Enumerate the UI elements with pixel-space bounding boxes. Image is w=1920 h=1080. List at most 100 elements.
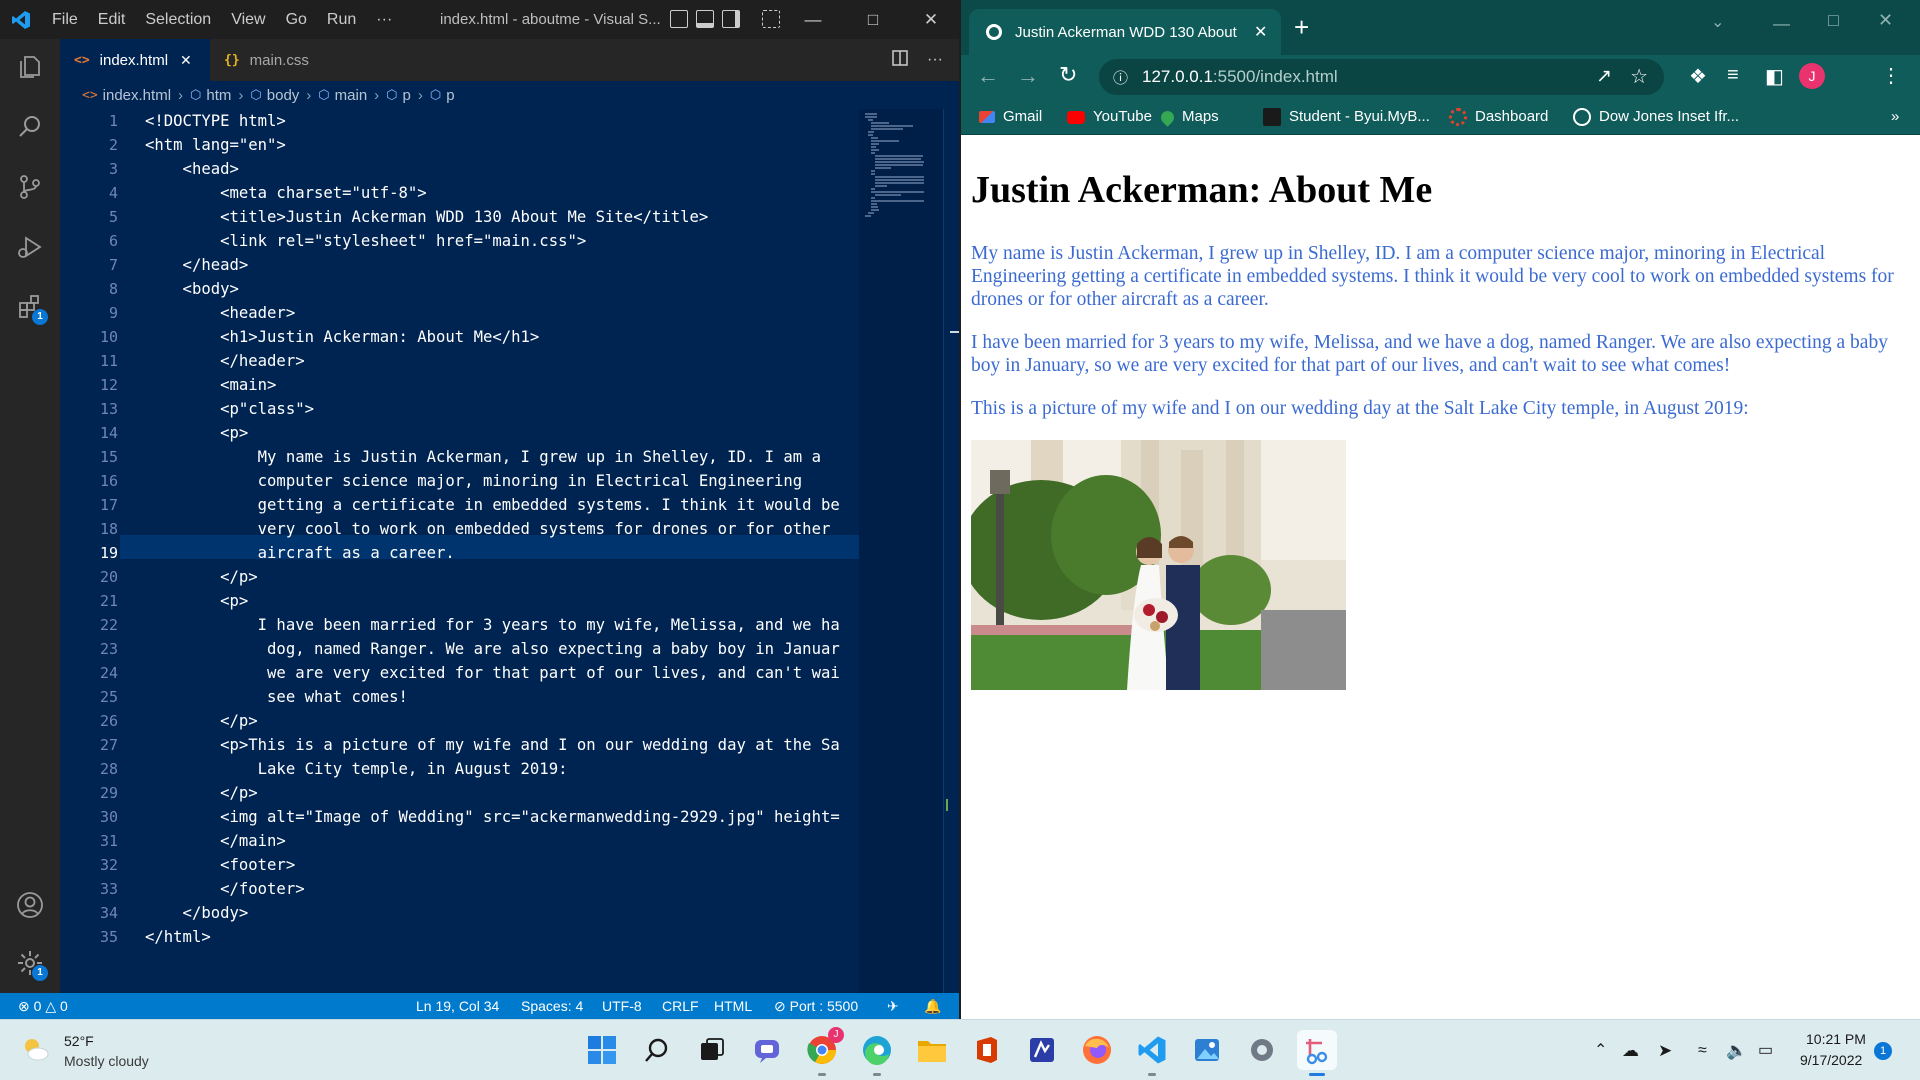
menu-edit[interactable]: Edit xyxy=(88,0,136,39)
bookmark-student-byui[interactable]: Student - Byui.MyB... xyxy=(1263,99,1430,135)
chrome-menu-icon[interactable]: ⋮ xyxy=(1881,63,1901,88)
bookmark-youtube[interactable]: YouTube xyxy=(1067,99,1152,135)
menu-file[interactable]: File xyxy=(42,0,88,39)
settings-icon[interactable] xyxy=(1242,1030,1282,1070)
line-ending[interactable]: CRLF xyxy=(662,993,699,1019)
notification-badge[interactable]: 1 xyxy=(1874,1042,1892,1060)
teams-chat-icon[interactable] xyxy=(747,1030,787,1070)
toggle-primary-sidebar-icon[interactable] xyxy=(670,10,688,28)
vscode-logo-icon[interactable] xyxy=(0,0,42,39)
file-explorer-icon[interactable] xyxy=(912,1030,952,1070)
media-control-icon[interactable]: ≡ xyxy=(1727,64,1739,87)
code-line[interactable]: <p> xyxy=(145,421,248,445)
browser-tab[interactable]: Justin Ackerman WDD 130 About Me Site ✕ xyxy=(969,9,1281,55)
bookmark-star-icon[interactable]: ☆ xyxy=(1630,64,1648,89)
search-icon[interactable] xyxy=(637,1030,677,1070)
notifications-bell-icon[interactable]: 🔔 xyxy=(924,993,941,1019)
code-line[interactable]: <h1>Justin Ackerman: About Me</h1> xyxy=(145,325,539,349)
settings-gear-icon[interactable]: 1 xyxy=(12,945,48,981)
forward-icon[interactable]: → xyxy=(1017,63,1039,89)
code-line[interactable]: we are very excited for that part of our… xyxy=(145,661,840,685)
volume-icon[interactable]: 🔈 xyxy=(1726,1020,1747,1080)
bookmark-gmail[interactable]: Gmail xyxy=(979,99,1042,135)
more-actions-icon[interactable]: ··· xyxy=(927,51,943,69)
code-line[interactable]: <p"class"> xyxy=(145,397,314,421)
maximize-icon[interactable]: □ xyxy=(850,0,896,39)
profile-avatar[interactable]: J xyxy=(1799,63,1825,89)
code-editor[interactable]: 1 2 3 4 5 6 7 8 9 10 11 12 13 14 15 16 17 18 19 20 21 22 23 24 2… xyxy=(60,109,959,993)
back-icon[interactable]: ← xyxy=(977,63,999,89)
code-line[interactable]: </main> xyxy=(145,829,286,853)
code-area[interactable]: <!DOCTYPE html> <htm lang="en"> <head> <m… xyxy=(145,109,859,993)
search-icon[interactable] xyxy=(12,109,48,145)
cursor-position[interactable]: Ln 19, Col 34 xyxy=(416,993,499,1019)
code-line[interactable]: <p> xyxy=(145,589,248,613)
snipping-tool-icon[interactable] xyxy=(1297,1030,1337,1076)
code-line[interactable]: <main> xyxy=(145,373,276,397)
wifi-icon[interactable]: ≈ xyxy=(1698,1020,1707,1080)
address-bar[interactable]: ⓘ 127.0.0.1:5500/index.html ↗ ☆ xyxy=(1099,59,1664,95)
live-server-port[interactable]: ⊘ Port : 5500 xyxy=(774,993,858,1019)
bookmark-dow-jones[interactable]: Dow Jones Inset Ifr... xyxy=(1573,99,1739,135)
menu-selection[interactable]: Selection xyxy=(135,0,221,39)
code-line[interactable]: </p> xyxy=(145,565,258,589)
indentation[interactable]: Spaces: 4 xyxy=(521,993,583,1019)
bookmark-maps[interactable]: Maps xyxy=(1158,99,1219,135)
chrome-icon[interactable]: J xyxy=(802,1027,844,1076)
code-line[interactable]: <link rel="stylesheet" href="main.css"> xyxy=(145,229,586,253)
explorer-icon[interactable] xyxy=(12,49,48,85)
code-line[interactable]: </body> xyxy=(145,901,249,925)
toggle-secondary-sidebar-icon[interactable] xyxy=(722,10,740,28)
code-line[interactable]: My name is Justin Ackerman, I grew up in… xyxy=(145,445,821,469)
more-bookmarks-icon[interactable]: » xyxy=(1891,99,1899,135)
toggle-panel-icon[interactable] xyxy=(696,10,714,28)
editor-scrollbar[interactable] xyxy=(943,109,959,993)
tab-index-html[interactable]: <> index.html ✕ xyxy=(60,39,210,81)
edge-icon[interactable] xyxy=(857,1030,897,1076)
account-icon[interactable] xyxy=(12,887,48,923)
office-icon[interactable] xyxy=(967,1030,1007,1070)
notepad-icon[interactable] xyxy=(1022,1030,1062,1070)
code-line[interactable]: <p>This is a picture of my wife and I on… xyxy=(145,733,840,757)
share-icon[interactable]: ↗ xyxy=(1596,65,1612,88)
code-line[interactable]: </head> xyxy=(145,253,249,277)
code-line[interactable]: </header> xyxy=(145,349,305,373)
code-line[interactable]: <body> xyxy=(145,277,239,301)
show-hidden-icons-icon[interactable]: ⌃ xyxy=(1594,1020,1607,1080)
code-line[interactable]: <footer> xyxy=(145,853,295,877)
clock-time[interactable]: 10:21 PM xyxy=(1806,1031,1866,1047)
breadcrumb-p-inner[interactable]: ⬡ p xyxy=(430,87,455,104)
menu-view[interactable]: View xyxy=(221,0,275,39)
weather-desc[interactable]: Mostly cloudy xyxy=(64,1053,149,1069)
minimize-icon[interactable]: — xyxy=(790,0,836,39)
bookmark-dashboard[interactable]: Dashboard xyxy=(1449,99,1548,135)
breadcrumb-main[interactable]: ⬡ main xyxy=(318,87,367,104)
close-window-icon[interactable]: ✕ xyxy=(1878,10,1893,31)
code-line[interactable]: <htm lang="en"> xyxy=(145,133,286,157)
code-line[interactable]: Lake City temple, in August 2019: xyxy=(145,757,568,781)
menu-run[interactable]: Run xyxy=(317,0,366,39)
battery-icon[interactable]: ▭ xyxy=(1758,1020,1773,1080)
split-editor-icon[interactable] xyxy=(891,49,909,72)
menu-go[interactable]: Go xyxy=(276,0,317,39)
run-debug-icon[interactable] xyxy=(12,229,48,265)
extensions-icon[interactable]: 1 xyxy=(12,289,48,325)
site-info-icon[interactable]: ⓘ xyxy=(1113,67,1128,88)
task-view-icon[interactable] xyxy=(692,1030,732,1070)
tab-search-chevron-icon[interactable]: ⌄ xyxy=(1711,12,1724,32)
source-control-icon[interactable] xyxy=(12,169,48,205)
firefox-icon[interactable] xyxy=(1077,1030,1117,1070)
menu-more[interactable]: ··· xyxy=(366,0,402,39)
code-line[interactable]: I have been married for 3 years to my wi… xyxy=(145,613,840,637)
breadcrumb-body[interactable]: ⬡ body xyxy=(250,87,299,104)
code-line[interactable]: <header> xyxy=(145,301,295,325)
code-line[interactable]: getting a certificate in embedded system… xyxy=(145,493,840,517)
language-mode[interactable]: HTML xyxy=(714,993,752,1019)
close-tab-icon[interactable]: ✕ xyxy=(1254,22,1267,42)
feedback-icon[interactable]: ✈ xyxy=(887,993,899,1019)
onedrive-cloud-icon[interactable]: ☁ xyxy=(1622,1020,1639,1080)
encoding[interactable]: UTF-8 xyxy=(602,993,642,1019)
weather-temp[interactable]: 52°F xyxy=(64,1033,94,1049)
breadcrumb-p[interactable]: ⬡ p xyxy=(386,87,411,104)
code-line[interactable]: dog, named Ranger. We are also expecting… xyxy=(145,637,840,661)
